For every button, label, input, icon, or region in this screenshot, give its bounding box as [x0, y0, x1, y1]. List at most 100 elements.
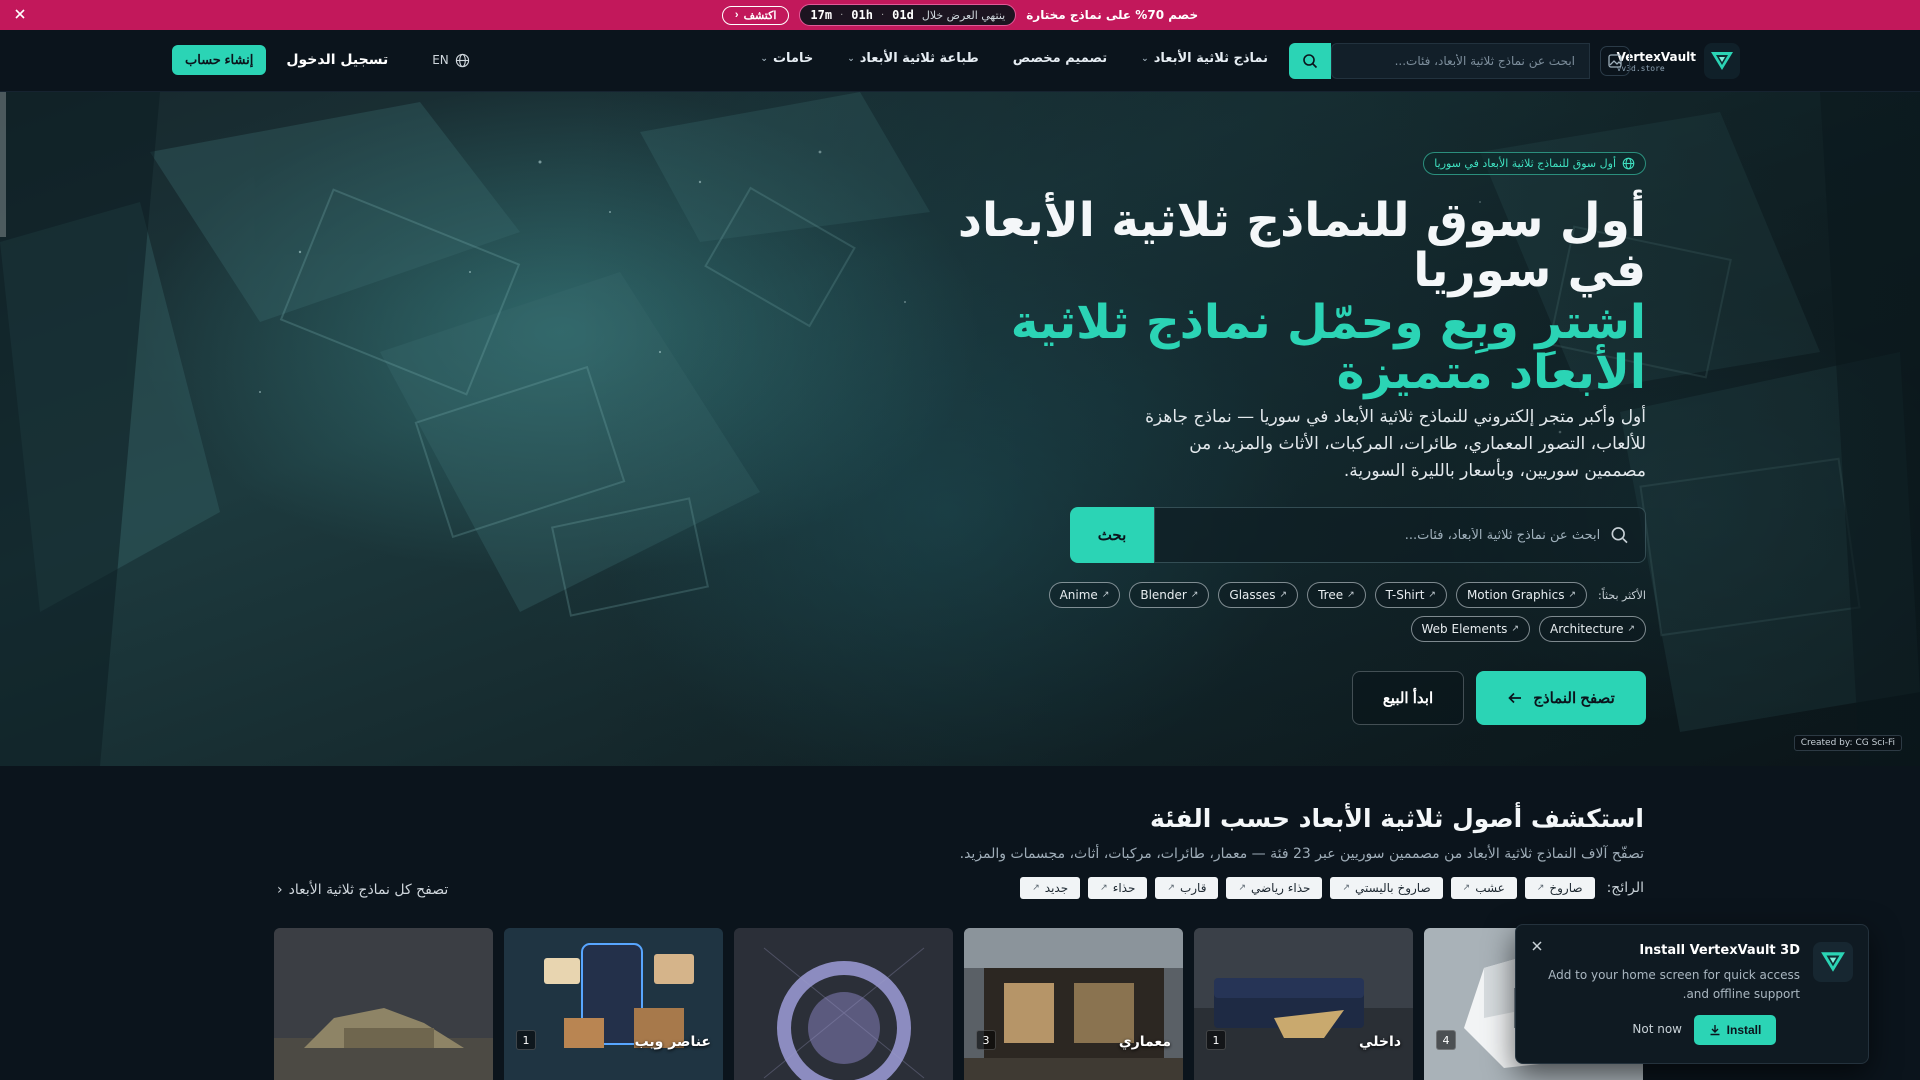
- popular-tag[interactable]: Web Elements ↗: [1410, 616, 1530, 642]
- trending-tag[interactable]: صاروخ ↗: [1524, 877, 1595, 899]
- category-image: [734, 928, 953, 1080]
- section-title: استكشف أصول ثلاثية الأبعاد حسب الفئة: [1150, 804, 1644, 833]
- hero-badge: أول سوق للنماذج ثلاثية الأبعاد في سوريا: [1423, 152, 1646, 175]
- category-image: [1194, 928, 1413, 1080]
- arrow-left-icon: [1508, 692, 1522, 704]
- nav-3d-printing[interactable]: طباعة ثلاثية الأبعاد ⌄: [847, 51, 979, 66]
- category-name: معماري: [1118, 1034, 1171, 1050]
- category-card[interactable]: معماري 3: [964, 928, 1183, 1080]
- category-card[interactable]: عناصر ويب 1: [504, 928, 723, 1080]
- brand[interactable]: VertexVault vv3d.store: [1617, 43, 1740, 79]
- nav-custom-design[interactable]: تصميم مخصص: [1013, 51, 1107, 66]
- hero-search-input[interactable]: [1155, 527, 1601, 543]
- install-description: Add to your home screen for quick access…: [1548, 968, 1800, 1002]
- search-icon: [1303, 54, 1318, 69]
- trending-tag[interactable]: حذاء ↗: [1088, 877, 1148, 899]
- popular-tag[interactable]: Tree ↗: [1307, 582, 1366, 608]
- discover-button[interactable]: اكتشف ‹: [721, 5, 790, 25]
- trending-icon: ↗: [1627, 624, 1635, 634]
- nav-materials[interactable]: خامات ⌄: [760, 51, 813, 66]
- nav-3d-models[interactable]: نماذج ثلاثية الأبعاد ⌄: [1141, 51, 1268, 66]
- discover-label: اكتشف: [743, 9, 777, 22]
- chevron-down-icon: ⌄: [847, 53, 855, 64]
- popular-tag[interactable]: Motion Graphics ↗: [1455, 582, 1587, 608]
- trending-icon: ↗: [1342, 883, 1351, 893]
- trending-icon: ↗: [1190, 590, 1199, 600]
- trending-icon: ↗: [1347, 590, 1355, 600]
- popular-tag[interactable]: T-Shirt ↗: [1374, 582, 1447, 608]
- promo-text: خصم 70% على نماذج مختارة: [1026, 8, 1199, 22]
- popular-searches: الأكثر بحثاً: Motion Graphics ↗ T-Shirt ↗ …: [1006, 582, 1646, 642]
- header-search-field[interactable]: [1331, 43, 1590, 79]
- trending-tag[interactable]: صاروخ باليستي ↗: [1330, 877, 1443, 899]
- hero-cta: تصفح النماذج ابدأ البيع: [1352, 671, 1646, 725]
- category-card[interactable]: داخلي 1: [1194, 928, 1413, 1080]
- install-button[interactable]: Install: [1694, 1015, 1776, 1045]
- hero-section: أول سوق للنماذج ثلاثية الأبعاد في سوريا …: [0, 92, 1920, 766]
- hero-search-field[interactable]: [1154, 507, 1646, 563]
- popular-tag[interactable]: Architecture ↗: [1538, 616, 1646, 642]
- chevron-left-icon: ‹: [277, 882, 283, 898]
- chevron-down-icon: ⌄: [760, 53, 768, 64]
- trending-icon: ↗: [1167, 883, 1175, 893]
- site-header: VertexVault vv3d.store نماذج ثلاثية الأب…: [0, 30, 1920, 92]
- trending-icon: ↗: [1101, 590, 1110, 600]
- category-count: 1: [1206, 1030, 1226, 1050]
- trending-tags: الرائج: صاروخ ↗ عشب ↗ صاروخ باليستي ↗ حذاء …: [1020, 877, 1644, 899]
- trending-tag[interactable]: قارب ↗: [1155, 877, 1219, 899]
- hero-search-button[interactable]: بحث: [1070, 507, 1154, 563]
- chevron-left-icon: ‹: [734, 9, 739, 21]
- trending-tag[interactable]: حذاء رياضي ↗: [1226, 877, 1323, 899]
- popular-tag[interactable]: Blender ↗: [1129, 582, 1210, 608]
- popular-tag[interactable]: Glasses ↗: [1218, 582, 1299, 608]
- category-name: عناصر ويب: [634, 1034, 711, 1050]
- install-title: Install VertexVault 3D: [1639, 943, 1800, 958]
- trending-icon: ↗: [1462, 883, 1471, 893]
- install-prompt: Install VertexVault 3D Add to your home …: [1515, 924, 1869, 1064]
- category-count: 3: [976, 1030, 996, 1050]
- category-name: داخلي: [1359, 1034, 1401, 1050]
- trending-icon: ↗: [1568, 590, 1576, 600]
- trending-icon: ↗: [1100, 883, 1108, 893]
- category-card[interactable]: [274, 928, 493, 1080]
- countdown-days: 01d: [892, 8, 914, 22]
- popular-label: الأكثر بحثاً:: [1598, 588, 1646, 602]
- category-image: [964, 928, 1183, 1080]
- header-search-button[interactable]: [1289, 43, 1331, 79]
- auth-area: إنشاء حساب تسجيل الدخول EN: [172, 45, 470, 75]
- countdown-label: ينتهي العرض خلال: [921, 8, 1006, 22]
- download-icon: [1710, 1025, 1720, 1036]
- category-card[interactable]: [734, 928, 953, 1080]
- brand-logo-icon: [1704, 43, 1740, 79]
- login-link[interactable]: تسجيل الدخول: [286, 52, 388, 68]
- hero-subtitle: اشترِ وبِع وحمّل نماذج ثلاثية الأبعاد مت…: [1010, 295, 1646, 400]
- trending-icon: ↗: [1238, 883, 1246, 893]
- language-switch[interactable]: EN: [432, 53, 470, 68]
- category-count: 1: [516, 1030, 536, 1050]
- start-selling-button[interactable]: ابدأ البيع: [1352, 671, 1464, 725]
- category-count: 4: [1436, 1030, 1456, 1050]
- signup-button[interactable]: إنشاء حساب: [172, 45, 267, 75]
- close-icon[interactable]: [13, 7, 27, 21]
- trending-icon: ↗: [1536, 883, 1545, 893]
- promo-bar: خصم 70% على نماذج مختارة ينتهي العرض خلا…: [0, 0, 1920, 30]
- trending-tag[interactable]: عشب ↗: [1450, 877, 1517, 899]
- not-now-button[interactable]: Not now: [1632, 1022, 1682, 1036]
- close-icon[interactable]: [1530, 939, 1544, 953]
- browse-models-button[interactable]: تصفح النماذج: [1476, 671, 1646, 725]
- hero-description: أول وأكبر متجر إلكتروني للنماذج ثلاثية ا…: [1145, 407, 1646, 482]
- main-nav: نماذج ثلاثية الأبعاد ⌄ تصميم مخصص طباعة …: [760, 51, 1268, 66]
- category-image: [274, 928, 493, 1080]
- trending-tag[interactable]: جديد ↗: [1020, 877, 1081, 899]
- countdown-hours: 01h: [851, 8, 873, 22]
- globe-icon: [1622, 157, 1635, 170]
- scrollbar[interactable]: [0, 92, 6, 237]
- popular-tag[interactable]: Anime ↗: [1048, 582, 1121, 608]
- image-credit[interactable]: Created by: CG Sci-Fi: [1793, 735, 1902, 751]
- trending-icon: ↗: [1032, 883, 1040, 893]
- image-search-button[interactable]: [1600, 46, 1630, 76]
- header-search-input[interactable]: [1332, 54, 1575, 68]
- chevron-down-icon: ⌄: [1141, 53, 1149, 64]
- app-logo-icon: [1813, 942, 1853, 982]
- browse-all-link[interactable]: تصفح كل نماذج ثلاثية الأبعاد ‹: [277, 882, 448, 898]
